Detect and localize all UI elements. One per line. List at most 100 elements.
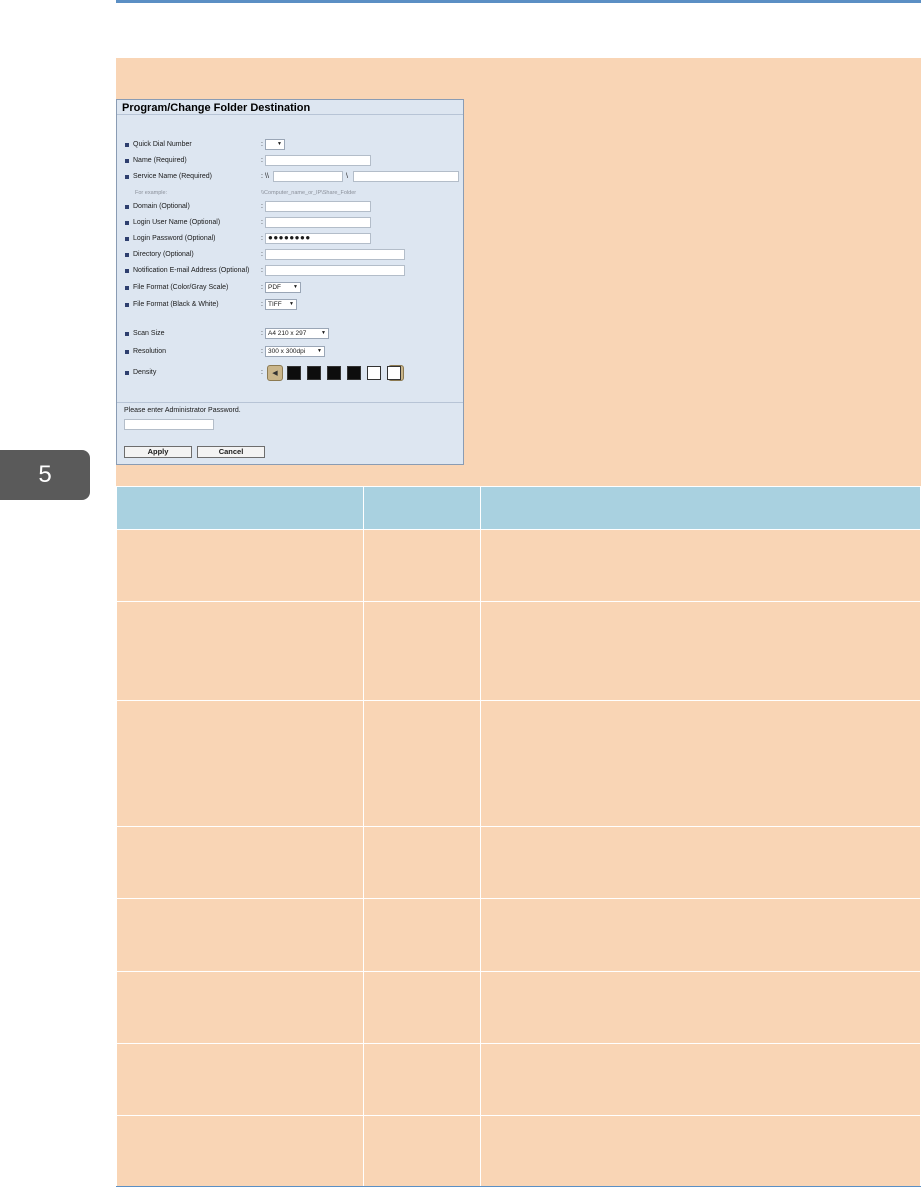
density-label: Density: [133, 369, 157, 376]
chapter-tab: 5: [0, 450, 90, 500]
file-format-bw-label: File Format (Black & White): [133, 301, 219, 308]
directory-label: Directory (Optional): [133, 251, 194, 258]
quick-dial-label: Quick Dial Number: [133, 141, 192, 148]
bullet-icon: [125, 221, 129, 225]
scan-size-select[interactable]: A4 210 x 297 ▼: [265, 328, 329, 339]
admin-password-prompt: Please enter Administrator Password.: [124, 407, 241, 414]
table-header-cell: [116, 486, 364, 530]
bullet-icon: [125, 371, 129, 375]
scan-size-label: Scan Size: [133, 330, 165, 337]
table-cell: [116, 529, 364, 602]
name-field[interactable]: [265, 155, 371, 166]
table-cell: [116, 826, 364, 899]
bullet-icon: [125, 269, 129, 273]
bullet-icon: [125, 237, 129, 241]
bullet-icon: [125, 286, 129, 290]
login-password-field[interactable]: ●●●●●●●●: [265, 233, 371, 244]
bullet-icon: [125, 159, 129, 163]
service-separator: \: [346, 173, 348, 180]
bullet-icon: [125, 303, 129, 307]
table-cell: [480, 1043, 921, 1116]
table-cell: [363, 826, 481, 899]
resolution-select[interactable]: 300 x 300dpi ▼: [265, 346, 325, 357]
row-resolution: Resolution : 300 x 300dpi ▼: [117, 346, 463, 359]
notification-email-field[interactable]: [265, 265, 405, 276]
file-format-color-select[interactable]: PDF ▼: [265, 282, 301, 293]
table-row: [116, 529, 921, 602]
domain-field[interactable]: [265, 201, 371, 212]
table-cell: [363, 1115, 481, 1188]
directory-field[interactable]: [265, 249, 405, 260]
cancel-button[interactable]: Cancel: [197, 446, 265, 458]
quick-dial-select[interactable]: ▼: [265, 139, 285, 150]
file-format-color-label: File Format (Color/Gray Scale): [133, 284, 229, 291]
bullet-icon: [125, 143, 129, 147]
row-quick-dial: Quick Dial Number : ▼: [117, 139, 463, 152]
chevron-down-icon: ▼: [317, 348, 322, 354]
file-format-bw-select[interactable]: TIFF ▼: [265, 299, 297, 310]
table-row: [116, 1115, 921, 1188]
density-level-box: [307, 366, 321, 380]
bullet-icon: [125, 332, 129, 336]
table-cell: [480, 898, 921, 972]
row-login-user: Login User Name (Optional) :: [117, 217, 463, 230]
density-level-box: [347, 366, 361, 380]
table-cell: [480, 529, 921, 602]
row-name: Name (Required) :: [117, 155, 463, 168]
table-cell: [363, 1043, 481, 1116]
row-notification-email: Notification E-mail Address (Optional) :: [117, 265, 463, 278]
density-level-box: [287, 366, 301, 380]
table-cell: [363, 898, 481, 972]
bullet-icon: [125, 175, 129, 179]
table-row: [116, 1043, 921, 1116]
table-row: [116, 700, 921, 827]
bullet-icon: [125, 253, 129, 257]
row-file-format-color: File Format (Color/Gray Scale) : PDF ▼: [117, 282, 463, 295]
folder-destination-dialog: Program/Change Folder Destination Quick …: [116, 99, 464, 465]
apply-button[interactable]: Apply: [124, 446, 192, 458]
example-value: \\Computer_name_or_IP\Share_Folder: [261, 190, 357, 196]
density-level-box: [367, 366, 381, 380]
chevron-down-icon: ▼: [321, 330, 326, 336]
table-cell: [116, 700, 364, 827]
row-service-name: Service Name (Required) : \\ \: [117, 171, 463, 184]
name-label: Name (Required): [133, 157, 187, 164]
settings-table: [116, 486, 921, 1188]
table-header-row: [116, 486, 921, 530]
table-header-cell: [363, 486, 481, 530]
table-cell: [363, 971, 481, 1044]
table-cell: [116, 1115, 364, 1188]
row-density: Density : ◀ ▶: [117, 365, 463, 381]
admin-password-field[interactable]: [124, 419, 214, 430]
density-level-box: [327, 366, 341, 380]
example-label: For example:: [135, 190, 168, 196]
service-name-label: Service Name (Required): [133, 173, 212, 180]
table-cell: [480, 971, 921, 1044]
bullet-icon: [125, 350, 129, 354]
table-cell: [480, 601, 921, 701]
service-share-field[interactable]: [353, 171, 459, 182]
density-level-box: [387, 366, 401, 380]
domain-label: Domain (Optional): [133, 203, 190, 210]
table-cell: [116, 1043, 364, 1116]
row-scan-size: Scan Size : A4 210 x 297 ▼: [117, 328, 463, 341]
table-cell: [363, 601, 481, 701]
table-row: [116, 601, 921, 701]
table-row: [116, 826, 921, 899]
table-cell: [480, 700, 921, 827]
login-user-field[interactable]: [265, 217, 371, 228]
table-cell: [480, 826, 921, 899]
service-computer-field[interactable]: [273, 171, 343, 182]
table-cell: [363, 700, 481, 827]
table-cell: [116, 971, 364, 1044]
table-row: [116, 971, 921, 1044]
row-directory: Directory (Optional) :: [117, 249, 463, 262]
row-example: For example: \\Computer_name_or_IP\Share…: [117, 188, 463, 200]
density-decrease-icon[interactable]: ◀: [267, 365, 283, 381]
row-login-password: Login Password (Optional) : ●●●●●●●●: [117, 233, 463, 246]
notification-email-label: Notification E-mail Address (Optional): [133, 267, 250, 274]
chevron-down-icon: ▼: [293, 284, 298, 290]
row-file-format-bw: File Format (Black & White) : TIFF ▼: [117, 299, 463, 312]
chevron-down-icon: ▼: [277, 141, 282, 147]
bottom-rule: [116, 1186, 921, 1187]
